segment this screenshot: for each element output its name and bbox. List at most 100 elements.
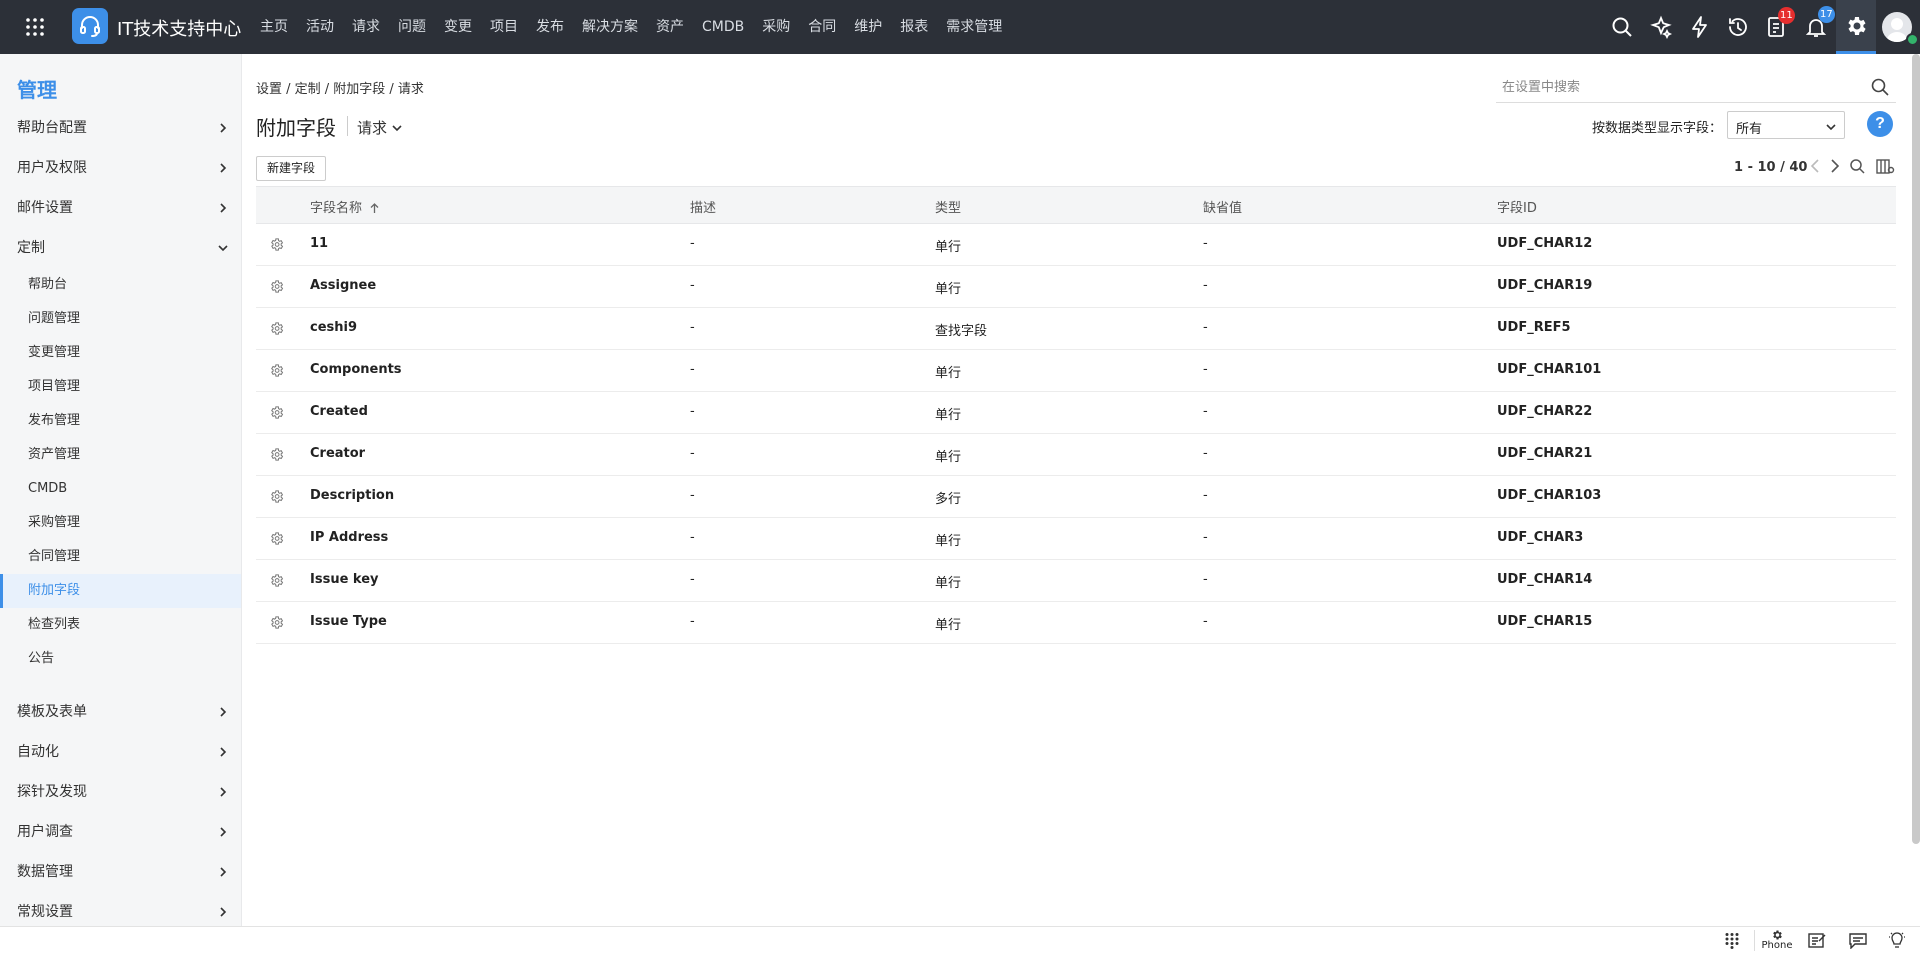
sidebar-group[interactable]: 常规设置 [0,892,241,926]
row-settings-gear-icon[interactable] [269,279,284,294]
cell-type: 单行 [935,618,962,633]
settings-gear-icon[interactable] [1836,0,1876,54]
app-launcher-grid-icon[interactable] [25,17,45,37]
sidebar-group[interactable]: 探针及发现 [0,772,241,812]
cell-field-name[interactable]: 11 [310,236,328,251]
nav-item[interactable]: 活动 [297,0,343,54]
help-button[interactable]: ? [1867,111,1893,137]
breadcrumb[interactable]: 设置 / 定制 / 附加字段 / 请求 [256,78,424,97]
headset-logo-icon[interactable] [72,8,108,44]
sidebar-sub-item[interactable]: 检查列表 [0,608,241,642]
cell-field-name[interactable]: Components [310,362,402,377]
sidebar-group[interactable]: 用户及权限 [0,148,241,188]
search-icon[interactable] [1870,77,1890,97]
sidebar-sub-item[interactable]: 发布管理 [0,404,241,438]
sidebar-group[interactable]: 自动化 [0,732,241,772]
row-settings-gear-icon[interactable] [269,531,284,546]
row-settings-gear-icon[interactable] [269,321,284,336]
nav-item[interactable]: 合同 [799,0,845,54]
column-header-description[interactable]: 描述 [690,197,716,216]
sidebar-group[interactable]: 邮件设置 [0,188,241,228]
row-settings-gear-icon[interactable] [269,363,284,378]
cell-field-name[interactable]: ceshi9 [310,320,357,335]
nav-item[interactable]: 项目 [481,0,527,54]
sidebar-group-label: 帮助台配置 [17,120,87,136]
sidebar-group[interactable]: 定制 [0,228,241,268]
sidebar-sub-item[interactable]: 公告 [0,642,241,676]
phone-button[interactable]: Phone [1759,929,1795,951]
sidebar-group[interactable]: 数据管理 [0,852,241,892]
history-clock-icon[interactable] [1726,15,1750,39]
sidebar-group[interactable]: 用户调查 [0,812,241,852]
cell-field-name[interactable]: Issue Type [310,614,387,629]
cell-field-name[interactable]: Description [310,488,394,503]
table-row[interactable]: Description - 多行 - UDF_CHAR103 [256,476,1896,518]
tips-lightbulb-icon[interactable] [1888,932,1906,949]
nav-item[interactable]: 变更 [435,0,481,54]
data-type-filter-select[interactable]: 所有 [1727,111,1845,139]
nav-item[interactable]: 需求管理 [937,0,1011,54]
sidebar-sub-item[interactable]: 问题管理 [0,302,241,336]
sidebar-sub-item[interactable]: CMDB [0,472,241,506]
sidebar-group[interactable]: 帮助台配置 [0,108,241,148]
table-row[interactable]: Assignee - 单行 - UDF_CHAR19 [256,266,1896,308]
row-settings-gear-icon[interactable] [269,405,284,420]
cell-field-name[interactable]: IP Address [310,530,388,545]
nav-item[interactable]: 问题 [389,0,435,54]
chevron-right-icon [217,826,229,838]
next-page-icon[interactable] [1828,158,1842,174]
settings-search-input[interactable] [1496,72,1864,102]
column-header-field-name[interactable]: 字段名称 [310,197,379,216]
cell-field-name[interactable]: Created [310,404,368,419]
search-icon[interactable] [1610,15,1634,39]
table-row[interactable]: Creator - 单行 - UDF_CHAR21 [256,434,1896,476]
sidebar-sub-item[interactable]: 项目管理 [0,370,241,404]
nav-item[interactable]: 资产 [647,0,693,54]
chat-message-icon[interactable] [1849,932,1867,949]
nav-item[interactable]: 请求 [343,0,389,54]
row-settings-gear-icon[interactable] [269,447,284,462]
row-settings-gear-icon[interactable] [269,615,284,630]
cell-field-name[interactable]: Creator [310,446,365,461]
notes-edit-icon[interactable] [1808,932,1827,949]
dialpad-icon[interactable] [1724,932,1740,949]
nav-item[interactable]: 主页 [251,0,297,54]
new-field-button[interactable]: 新建字段 [256,156,327,181]
row-settings-gear-icon[interactable] [269,237,284,252]
table-row[interactable]: 11 - 单行 - UDF_CHAR12 [256,224,1896,266]
table-row[interactable]: Components - 单行 - UDF_CHAR101 [256,350,1896,392]
ai-assist-sparkle-icon[interactable] [1649,15,1673,39]
quick-actions-lightning-icon[interactable] [1688,15,1712,39]
sidebar-sub-item[interactable]: 合同管理 [0,540,241,574]
page-scrollbar[interactable] [1912,54,1920,844]
previous-page-icon[interactable] [1808,158,1822,174]
nav-item[interactable]: 发布 [527,0,573,54]
nav-item[interactable]: 维护 [845,0,891,54]
sidebar-sub-item[interactable]: 资产管理 [0,438,241,472]
table-row[interactable]: ceshi9 - 查找字段 - UDF_REF5 [256,308,1896,350]
sidebar-group[interactable]: 模板及表单 [0,692,241,732]
module-selector[interactable]: 请求 [357,117,403,138]
column-header-default-value[interactable]: 缺省值 [1203,197,1242,216]
table-search-icon[interactable] [1849,158,1866,175]
app-title[interactable]: IT技术支持中心 [117,15,241,41]
row-settings-gear-icon[interactable] [269,573,284,588]
column-chooser-icon[interactable] [1876,158,1895,175]
column-header-type[interactable]: 类型 [935,197,961,216]
nav-item[interactable]: 解决方案 [573,0,647,54]
cell-field-name[interactable]: Issue key [310,572,379,587]
sidebar-sub-item[interactable]: 附加字段 [0,574,241,608]
nav-item[interactable]: 报表 [891,0,937,54]
table-row[interactable]: Issue key - 单行 - UDF_CHAR14 [256,560,1896,602]
table-row[interactable]: Created - 单行 - UDF_CHAR22 [256,392,1896,434]
sidebar-sub-item[interactable]: 变更管理 [0,336,241,370]
nav-item[interactable]: 采购 [753,0,799,54]
sidebar-sub-item[interactable]: 采购管理 [0,506,241,540]
nav-item[interactable]: CMDB [693,0,753,54]
sidebar-sub-item[interactable]: 帮助台 [0,268,241,302]
cell-field-name[interactable]: Assignee [310,278,376,293]
table-row[interactable]: Issue Type - 单行 - UDF_CHAR15 [256,602,1896,644]
column-header-field-id[interactable]: 字段ID [1497,197,1537,216]
table-row[interactable]: IP Address - 单行 - UDF_CHAR3 [256,518,1896,560]
row-settings-gear-icon[interactable] [269,489,284,504]
